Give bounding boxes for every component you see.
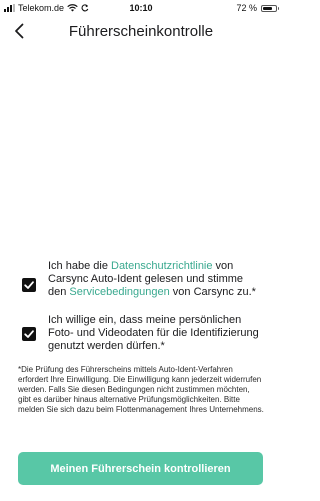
consent-terms-text-after: von Carsync zu.* <box>169 286 256 298</box>
terms-of-service-link[interactable]: Servicebedingungen <box>69 286 169 298</box>
battery-icon <box>261 4 279 12</box>
consent-terms-checkbox[interactable] <box>22 278 36 292</box>
checkmark-icon <box>24 281 34 289</box>
consent-photo-checkbox[interactable] <box>22 327 36 341</box>
checkmark-icon <box>24 330 34 338</box>
status-bar-right: 72 % <box>236 3 279 13</box>
privacy-policy-link[interactable]: Datenschutzrichtlinie <box>111 260 213 272</box>
status-bar: Telekom.de 10:10 72 % <box>0 0 282 16</box>
consent-photo-row: Ich willige ein, dass meine persönlichen… <box>22 314 262 356</box>
consent-terms-text-before: Ich habe die <box>48 260 111 272</box>
navigation-bar: Führerscheinkontrolle <box>0 16 282 46</box>
consent-terms-row: Ich habe die Datenschutzrichtlinie von C… <box>22 258 262 314</box>
check-license-button[interactable]: Meinen Führerschein kontrollieren <box>18 452 263 485</box>
consent-photo-text: Ich willige ein, dass meine persönlichen… <box>48 314 259 352</box>
page-title: Führerscheinkontrolle <box>68 23 214 40</box>
battery-percentage: 72 % <box>236 3 257 13</box>
consent-terms-text: Ich habe die Datenschutzrichtlinie von C… <box>48 260 264 299</box>
consent-footnote: *Die Prüfung des Führerscheins mittels A… <box>18 365 264 414</box>
